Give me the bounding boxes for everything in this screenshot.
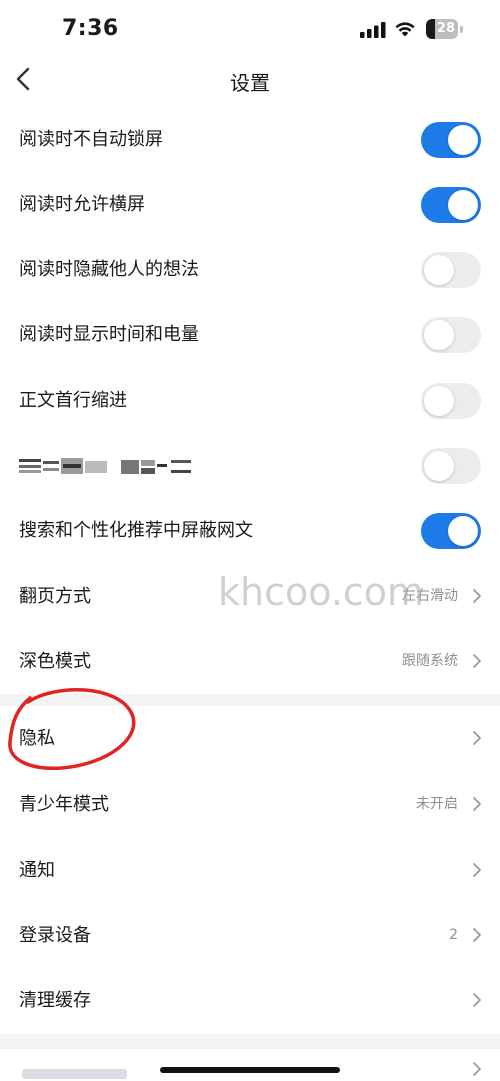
- setting-row-block-web-novels: 搜索和个性化推荐中屏蔽网文: [0, 498, 500, 563]
- setting-label: 阅读时隐藏他人的想法: [19, 259, 199, 280]
- setting-label: 正文首行缩进: [19, 390, 127, 411]
- setting-row-notifications[interactable]: 通知: [0, 838, 500, 903]
- chevron-right-icon: [473, 797, 481, 811]
- setting-label: 登录设备: [19, 925, 91, 946]
- status-time: 7:36: [62, 16, 119, 41]
- chevron-right-icon: [473, 589, 481, 603]
- toggle-switch[interactable]: [421, 317, 481, 353]
- redacted-label: [22, 1069, 127, 1079]
- toggle-switch[interactable]: [421, 448, 481, 484]
- setting-label: 清理缓存: [19, 990, 91, 1011]
- chevron-right-icon: [473, 993, 481, 1007]
- setting-value: 跟随系统: [402, 653, 458, 669]
- wifi-icon: [395, 22, 415, 37]
- setting-row-page-turn[interactable]: 翻页方式 左右滑动: [0, 564, 500, 629]
- setting-row-redacted: [0, 433, 500, 498]
- setting-row-no-auto-lock: 阅读时不自动锁屏: [0, 107, 500, 172]
- setting-row-hide-thoughts: 阅读时隐藏他人的想法: [0, 237, 500, 302]
- toggle-switch[interactable]: [421, 252, 481, 288]
- chevron-right-icon: [473, 654, 481, 668]
- chevron-right-icon: [473, 928, 481, 942]
- chevron-right-icon: [473, 863, 481, 877]
- toggle-switch[interactable]: [421, 383, 481, 419]
- setting-label: 通知: [19, 860, 55, 881]
- setting-label: 阅读时显示时间和电量: [19, 324, 199, 345]
- battery-percent: 28: [436, 21, 455, 36]
- setting-label: 青少年模式: [19, 794, 109, 815]
- setting-label: 翻页方式: [19, 586, 91, 607]
- setting-row-allow-landscape: 阅读时允许横屏: [0, 172, 500, 237]
- setting-row-first-line-indent: 正文首行缩进: [0, 368, 500, 433]
- battery-icon: 28: [426, 19, 464, 39]
- signal-icon: [360, 22, 386, 38]
- home-indicator[interactable]: [160, 1067, 340, 1073]
- setting-label: 阅读时允许横屏: [19, 194, 145, 215]
- setting-row-show-time-battery: 阅读时显示时间和电量: [0, 302, 500, 367]
- setting-label: 阅读时不自动锁屏: [19, 129, 163, 150]
- setting-row-clear-cache[interactable]: 清理缓存: [0, 968, 500, 1033]
- setting-value: 2: [449, 927, 458, 943]
- redacted-label: [19, 458, 191, 474]
- setting-value: 左右滑动: [402, 588, 458, 604]
- setting-row-partial[interactable]: [0, 1049, 500, 1081]
- page-title: 设置: [230, 71, 270, 95]
- annotation-circle: [8, 687, 136, 770]
- nav-bar: 设置: [0, 55, 500, 107]
- chevron-right-icon: [473, 731, 481, 745]
- setting-row-login-devices[interactable]: 登录设备 2: [0, 903, 500, 968]
- toggle-switch[interactable]: [421, 513, 481, 549]
- setting-value: 未开启: [416, 796, 458, 812]
- toggle-switch[interactable]: [421, 187, 481, 223]
- setting-label: 搜索和个性化推荐中屏蔽网文: [19, 520, 253, 541]
- chevron-right-icon: [473, 1062, 481, 1076]
- section-divider: [0, 1034, 500, 1049]
- status-bar: 7:36 28: [0, 0, 500, 60]
- setting-row-teen-mode[interactable]: 青少年模式 未开启: [0, 772, 500, 837]
- toggle-switch[interactable]: [421, 122, 481, 158]
